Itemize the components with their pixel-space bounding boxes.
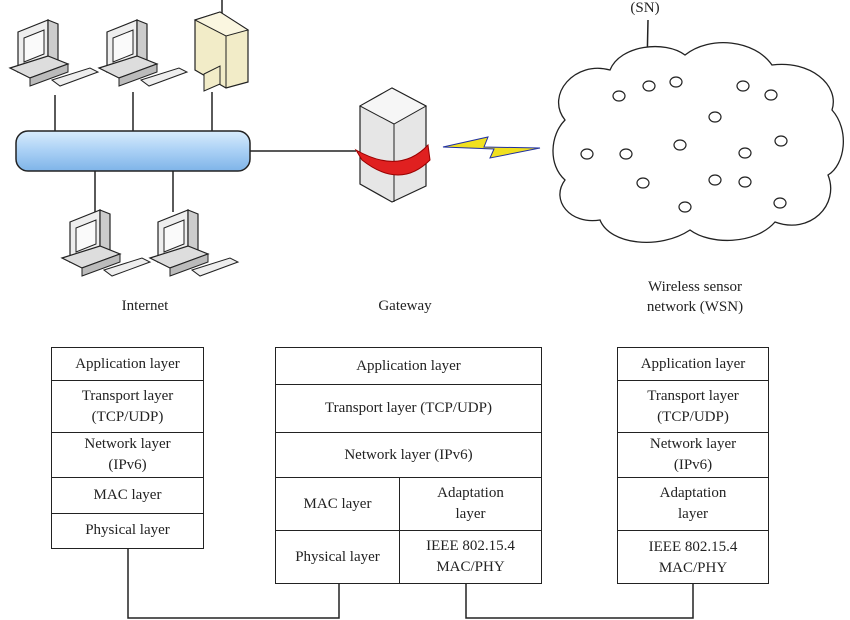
stack-layer: Network layer (IPv6) — [276, 433, 541, 478]
stack-layer: Transport layer (TCP/UDP) — [618, 381, 768, 433]
stack-layer: IEEE 802.15.4 MAC/PHY — [648, 539, 738, 576]
stack-layer: Network layer (IPv6) — [52, 433, 203, 478]
stack-layer: Application layer — [276, 348, 541, 385]
sensor-node — [636, 177, 650, 189]
iot-architecture-diagram: (SN) Internet Gateway Wireless sensor ne… — [0, 0, 850, 620]
gateway-label: Gateway — [378, 298, 432, 314]
sensor-node — [708, 174, 722, 186]
stack-layer: IEEE 802.15.4 MAC/PHY — [426, 538, 515, 575]
internet-label: Internet — [121, 298, 169, 314]
wsn-cloud — [552, 42, 844, 243]
stack-layer: Adaptation layer — [618, 478, 768, 531]
wsn-label: Wireless sensor network (WSN) — [610, 277, 780, 317]
sensor-node — [612, 90, 626, 102]
sensor-node — [669, 76, 683, 88]
gateway-protocol-stack: Application layer Transport layer (TCP/U… — [275, 347, 542, 584]
sensor-node — [678, 201, 692, 213]
sensor-node — [738, 176, 752, 188]
internet-protocol-stack: Application layer Transport layer (TCP/U… — [51, 347, 204, 549]
wsn-label-line1: Wireless sensor — [648, 279, 742, 295]
sensor-node — [673, 139, 687, 151]
stack-layer: Transport layer (TCP/UDP) — [276, 385, 541, 433]
wsn-label-line2: network (WSN) — [646, 299, 744, 315]
stack-layer: Physical layer — [276, 531, 400, 583]
stack-layer: MAC layer — [52, 478, 203, 514]
sensor-node — [619, 148, 633, 160]
sensor-node — [773, 197, 787, 209]
stack-layer: Adaptation layer — [400, 478, 541, 531]
computer-icon — [149, 209, 239, 277]
sensor-node — [642, 80, 656, 92]
computer-icon — [9, 19, 99, 87]
computer-icon — [98, 19, 188, 87]
sensor-node — [738, 147, 752, 159]
sn-label: (SN) — [630, 0, 660, 16]
stack-layer: Transport layer (TCP/UDP) — [52, 381, 203, 433]
sensor-node — [580, 148, 594, 160]
wsn-protocol-stack: Application layer Transport layer (TCP/U… — [617, 347, 769, 584]
sensor-node — [774, 135, 788, 147]
stack-layer: Network layer (IPv6) — [618, 433, 768, 478]
wireless-link-icon — [442, 136, 541, 159]
computer-icon — [61, 209, 151, 277]
stack-layer: MAC layer — [276, 478, 400, 531]
stack-layer: Application layer — [52, 348, 203, 381]
internet-bus — [15, 130, 251, 172]
server-icon — [193, 11, 250, 92]
sensor-node — [736, 80, 750, 92]
gateway-icon — [354, 87, 431, 203]
sensor-node — [764, 89, 778, 101]
stack-layer: Application layer — [618, 348, 768, 381]
stack-layer: Physical layer — [85, 522, 170, 538]
sensor-node — [708, 111, 722, 123]
